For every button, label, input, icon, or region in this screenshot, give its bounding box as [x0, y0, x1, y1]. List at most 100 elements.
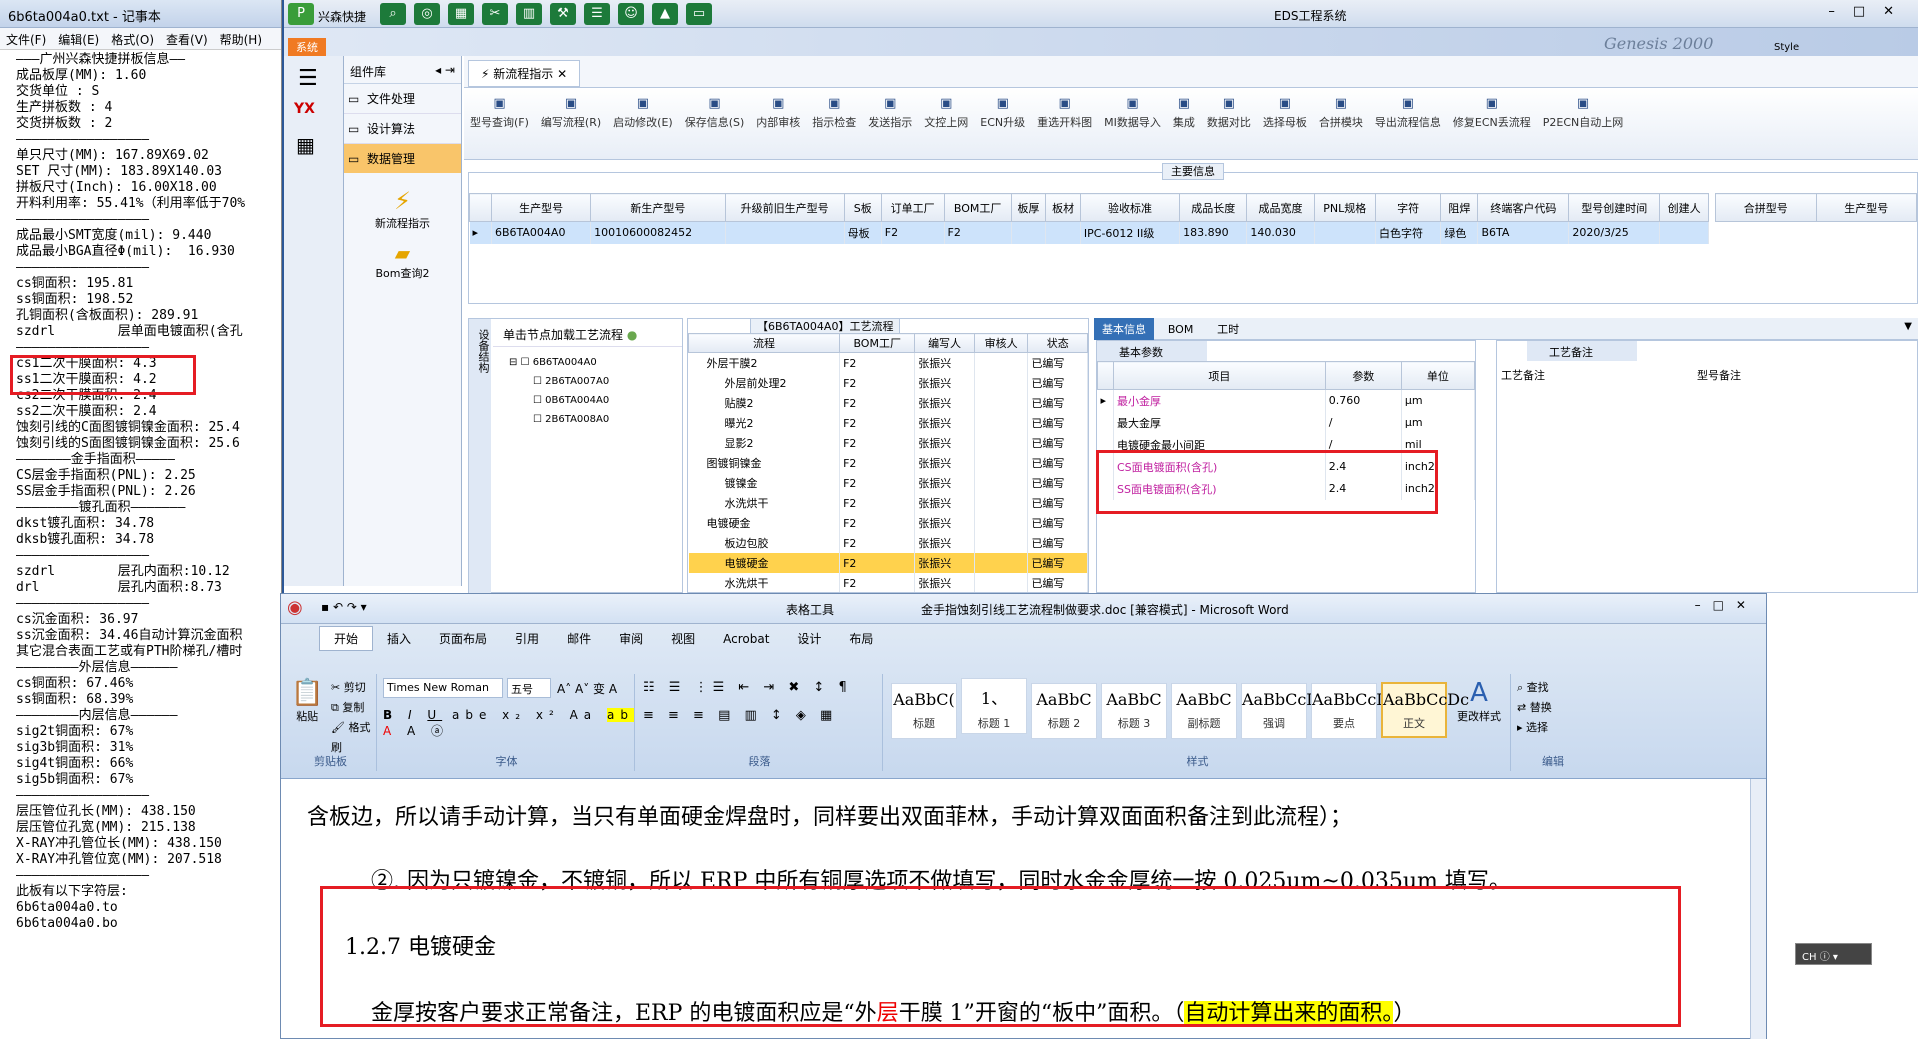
table-row[interactable]: ▸ 6B6TA004A0 10010600082452 母板 F2 F2 IPC-6012 …: [469, 221, 1709, 244]
column-header[interactable]: 生产型号: [490, 193, 592, 222]
table-row[interactable]: 曝光2 F2 张振兴 已编写: [688, 413, 1088, 433]
tab-work-hours[interactable]: 工时: [1207, 318, 1249, 340]
column-header[interactable]: 板材: [1045, 193, 1081, 222]
select-button[interactable]: ▸ 选择: [1517, 718, 1552, 738]
column-header[interactable]: 字符: [1375, 193, 1442, 222]
ribbon-tab[interactable]: 布局: [835, 627, 887, 650]
paste-button[interactable]: 📋 粘贴: [291, 678, 323, 724]
font-size-buttons[interactable]: A˄ A˅ 变 A: [557, 680, 617, 697]
column-header[interactable]: 项目: [1113, 361, 1326, 390]
ribbon-tab[interactable]: 视图: [657, 627, 709, 650]
font-name-select[interactable]: Times New Roman: [383, 678, 503, 698]
bom-query-shortcut[interactable]: ▰ Bom查询2: [344, 241, 461, 281]
office-button-icon[interactable]: ◉: [287, 597, 303, 618]
toolbar-button[interactable]: ▣ 集成: [1173, 96, 1195, 130]
tab-new-flow[interactable]: ⚡ 新流程指示 ✕: [468, 60, 581, 87]
toolbar-button[interactable]: ▣ 指示检查: [812, 96, 856, 130]
ribbon-tab[interactable]: 设计: [783, 627, 835, 650]
table-row[interactable]: 水洗烘干 F2 张振兴 已编写: [688, 573, 1088, 592]
tree-root[interactable]: ⊟ ☐ 6B6TA004A0: [509, 353, 682, 372]
toolbar-button[interactable]: ▣ 重选开料图: [1037, 96, 1092, 130]
toolbar-button[interactable]: ▣ P2ECN自动上网: [1543, 96, 1624, 130]
ribbon-tab[interactable]: 开始: [319, 626, 374, 651]
change-styles-button[interactable]: A 更改样式: [1457, 678, 1501, 724]
table-row[interactable]: 水洗烘干 F2 张振兴 已编写: [688, 493, 1088, 513]
column-header[interactable]: 成品长度: [1179, 193, 1248, 222]
table-row[interactable]: 显影2 F2 张振兴 已编写: [688, 433, 1088, 453]
toolbar-button[interactable]: ▣ 选择母板: [1263, 96, 1307, 130]
toolbar-button[interactable]: ▣ 数据对比: [1207, 96, 1251, 130]
window-controls[interactable]: –□✕: [1828, 4, 1912, 19]
tools-icon[interactable]: ⚒: [550, 3, 576, 25]
style-option[interactable]: AaBbCcDc 正文: [1381, 682, 1469, 738]
ribbon-tab[interactable]: 邮件: [553, 627, 605, 650]
toolbar-button[interactable]: ▣ MI数据导入: [1104, 96, 1161, 130]
column-header[interactable]: S板: [843, 193, 882, 222]
ribbon-tab[interactable]: 引用: [501, 627, 553, 650]
menu-design-algo[interactable]: ▭ 设计算法: [344, 114, 461, 144]
table-row[interactable]: 图镀铜镍金 F2 张振兴 已编写: [688, 453, 1088, 473]
vertical-scrollbar[interactable]: [1750, 779, 1766, 1039]
menu-icon[interactable]: ☰: [298, 66, 329, 91]
quick-access-icons[interactable]: ▪ ↶ ↷ ▾: [321, 600, 367, 614]
menu-help[interactable]: 帮助(H): [220, 33, 262, 47]
align-buttons[interactable]: ≡ ≡ ≡ ▤ ▥ ↕ ◈ ▦: [643, 708, 837, 723]
toolbar-button[interactable]: ▣ 内部审核: [756, 96, 800, 130]
ribbon-tab[interactable]: 审阅: [605, 627, 657, 650]
column-header[interactable]: 板厚: [1010, 193, 1047, 222]
find-button[interactable]: ⌕ 查找: [1517, 678, 1552, 698]
table-row[interactable]: 电镀硬金 F2 张振兴 已编写: [688, 513, 1088, 533]
tab-basic-info[interactable]: 基本信息: [1094, 318, 1154, 340]
style-option[interactable]: AaBbC 标题 2: [1031, 683, 1097, 739]
menu-file-process[interactable]: ▭ 文件处理: [344, 84, 461, 114]
ribbon-tab[interactable]: 页面布局: [425, 627, 501, 650]
column-header[interactable]: 成品宽度: [1246, 193, 1315, 222]
column-header[interactable]: PNL规格: [1313, 193, 1377, 222]
window-icon[interactable]: ▭: [686, 3, 712, 25]
toolbar-button[interactable]: ▣ 修复ECN丢流程: [1453, 96, 1531, 130]
column-header[interactable]: 验收标准: [1079, 193, 1181, 222]
table-row[interactable]: 镀镍金 F2 张振兴 已编写: [688, 473, 1088, 493]
toolbar-button[interactable]: ▣ 合拼模块: [1319, 96, 1363, 130]
style-option[interactable]: AaBbCcD 强调: [1241, 683, 1319, 739]
column-header[interactable]: 编写人: [914, 333, 975, 353]
style-option[interactable]: AaBbC(标题: [891, 683, 957, 739]
user-icon[interactable]: ☺: [618, 3, 644, 25]
column-header[interactable]: 升级前旧生产型号: [724, 193, 845, 222]
table-row[interactable]: 外层干膜2 F2 张振兴 已编写: [688, 352, 1088, 373]
column-header[interactable]: 新生产型号: [590, 193, 726, 222]
table-row[interactable]: 板边包胶 F2 张振兴 已编写: [688, 533, 1088, 553]
column-header[interactable]: BOM工厂: [839, 333, 916, 353]
table-row[interactable]: 外层前处理2 F2 张振兴 已编写: [688, 373, 1088, 393]
replace-button[interactable]: ⇄ 替换: [1517, 698, 1552, 718]
new-flow-shortcut[interactable]: ⚡ 新流程指示: [344, 187, 461, 231]
notepad-text[interactable]: ———广州兴森快捷拼板信息—— 成品板厚(MM): 1.60 交货单位 : S 生产拼…: [16, 52, 280, 1039]
column-header[interactable]: 流程: [688, 333, 841, 353]
column-header[interactable]: 订单工厂: [880, 193, 945, 222]
globe-icon[interactable]: ◎: [414, 3, 440, 25]
scissors-icon[interactable]: ✂: [482, 3, 508, 25]
ime-indicator[interactable]: CH ⓘ ▾: [1795, 943, 1872, 965]
table-row[interactable]: 贴膜2 F2 张振兴 已编写: [688, 393, 1088, 413]
toolbar-button[interactable]: ▣ 文控上网: [924, 96, 968, 130]
chart-icon[interactable]: ▲: [652, 3, 678, 25]
column-header[interactable]: 终端客户代码: [1477, 193, 1570, 222]
column-header[interactable]: 审核人: [973, 333, 1029, 353]
column-header[interactable]: 单位: [1400, 361, 1476, 390]
toolbar-button[interactable]: ▣ 导出流程信息: [1375, 96, 1441, 130]
menu-file[interactable]: 文件(F): [6, 33, 46, 47]
font-size-select[interactable]: 五号: [507, 678, 551, 698]
table-row[interactable]: 最大金厚 / μm: [1097, 411, 1476, 434]
search-icon[interactable]: ⌕: [380, 3, 406, 25]
toolbar-button[interactable]: ▣ 型号查询(F): [470, 96, 529, 130]
toolbar-button[interactable]: ▣ 保存信息(S): [685, 96, 745, 130]
style-option[interactable]: AaBbC 副标题: [1171, 683, 1237, 739]
format-painter-button[interactable]: 🖌 格式刷: [331, 718, 376, 758]
yx-icon[interactable]: YX: [294, 101, 333, 117]
copy-button[interactable]: ⧉ 复制: [331, 698, 376, 718]
column-header[interactable]: BOM工厂: [943, 193, 1012, 222]
style-option[interactable]: AaBbC 标题 3: [1101, 683, 1167, 739]
menu-edit[interactable]: 编辑(E): [58, 33, 99, 47]
style-option[interactable]: AaBbCcD 要点: [1311, 683, 1389, 739]
chevron-down-icon[interactable]: ▼: [1898, 318, 1918, 335]
